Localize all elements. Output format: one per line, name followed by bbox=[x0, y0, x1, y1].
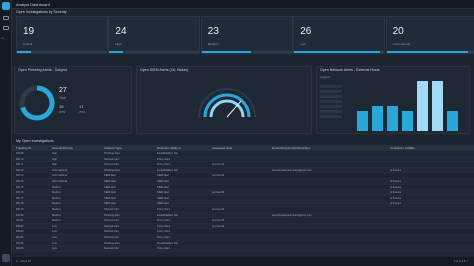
bar[interactable] bbox=[447, 111, 458, 131]
severity-section-title[interactable]: Open Investigations by Severity bbox=[16, 10, 67, 15]
pagination-summary: 1 - 18 of 27 bbox=[16, 259, 32, 263]
bar[interactable] bbox=[387, 106, 398, 131]
donut-b-value: 17 bbox=[79, 104, 84, 109]
bar[interactable] bbox=[432, 81, 443, 131]
kpi-bar-fill bbox=[17, 51, 31, 53]
donut-b-pct: 70% bbox=[79, 110, 86, 114]
nav-label: ••• bbox=[1, 36, 5, 40]
pagination-pages[interactable]: 1 2 3 4 5 > bbox=[454, 257, 468, 266]
legend-entry bbox=[320, 110, 342, 113]
investigations-table: Tracking ID Severity/Priority Incident Typ… bbox=[12, 145, 474, 257]
kpi-card[interactable]: 23 Medium bbox=[200, 16, 293, 54]
legend-entry bbox=[320, 95, 342, 98]
donut-total-label: Total bbox=[59, 96, 66, 100]
donut-title: Open Phishing Alerts - Subject bbox=[18, 68, 67, 72]
gauge-panel: Open SIEM Alerts (Ok, Below) bbox=[136, 66, 312, 134]
table-section-title: My Open Investigations bbox=[16, 139, 54, 143]
kpi-bar-fill bbox=[294, 51, 380, 53]
donut-a-value: 19 bbox=[59, 104, 64, 109]
legend-entry bbox=[320, 105, 342, 108]
table-row[interactable]: RD-86 Low Network Alert Proxy client bbox=[12, 246, 474, 252]
kpi-value: 19 bbox=[23, 26, 35, 37]
legend-entry bbox=[320, 115, 342, 118]
left-nav-rail: ••• bbox=[0, 0, 12, 266]
table-cell: Network Alert bbox=[104, 247, 120, 251]
donut-total: 27 bbox=[59, 87, 67, 94]
legend-entry bbox=[320, 100, 342, 103]
gauge-title: Open SIEM Alerts (Ok, Below) bbox=[140, 68, 189, 72]
table-cell: Low bbox=[52, 247, 57, 251]
donut-chart bbox=[19, 85, 55, 121]
kpi-label: Critical bbox=[23, 42, 33, 46]
bar[interactable] bbox=[402, 111, 413, 131]
kpi-bar-track bbox=[109, 51, 200, 53]
kpi-bar-fill bbox=[109, 51, 123, 53]
legend-entry bbox=[320, 85, 342, 88]
kpi-bar-fill bbox=[386, 51, 468, 53]
home-icon[interactable] bbox=[3, 16, 9, 20]
kpi-label: Low bbox=[300, 42, 306, 46]
legend-entry bbox=[320, 90, 342, 93]
donut-panel: Open Phishing Alerts - Subject 27 Total … bbox=[14, 66, 132, 134]
bar[interactable] bbox=[372, 106, 383, 131]
table-cell: RD-86 bbox=[16, 247, 24, 251]
kpi-label: High bbox=[115, 42, 122, 46]
gauge-chart bbox=[198, 88, 256, 118]
gauge-arc-inner bbox=[209, 99, 245, 118]
kpi-card[interactable]: 26 Low bbox=[293, 16, 386, 54]
table-cell: Proxy client bbox=[157, 247, 171, 251]
kpi-card[interactable]: 19 Critical bbox=[16, 16, 108, 54]
app-logo-icon[interactable] bbox=[2, 2, 10, 10]
bar[interactable] bbox=[417, 81, 428, 131]
kpi-bar-fill bbox=[201, 51, 252, 53]
kpi-label: Medium bbox=[207, 42, 219, 46]
bar[interactable] bbox=[357, 111, 368, 131]
kpi-card[interactable]: 20 Informational bbox=[385, 16, 474, 54]
title-bar: Analyst Dashboard bbox=[12, 0, 474, 9]
search-icon[interactable] bbox=[3, 26, 9, 30]
kpi-card[interactable]: 24 High bbox=[108, 16, 201, 54]
pagination-bar: 1 - 18 of 27 1 2 3 4 5 > bbox=[12, 257, 474, 266]
kpi-value: 23 bbox=[207, 26, 219, 37]
kpi-value: 24 bbox=[115, 26, 127, 37]
user-avatar[interactable] bbox=[2, 254, 10, 262]
analyst-dashboard: ••• Analyst Dashboard Open Investigation… bbox=[0, 0, 474, 266]
kpi-value: 20 bbox=[392, 26, 404, 37]
kpi-value: 26 bbox=[300, 26, 312, 37]
bar-panel: Open Network Alerts - External Hosts Leg… bbox=[316, 66, 470, 134]
kpi-label: Informational bbox=[392, 42, 410, 46]
bar-chart bbox=[320, 81, 458, 131]
bar-title: Open Network Alerts - External Hosts bbox=[320, 68, 380, 72]
donut-a-pct: 30% bbox=[59, 110, 66, 114]
kpi-bar-track bbox=[17, 51, 107, 53]
